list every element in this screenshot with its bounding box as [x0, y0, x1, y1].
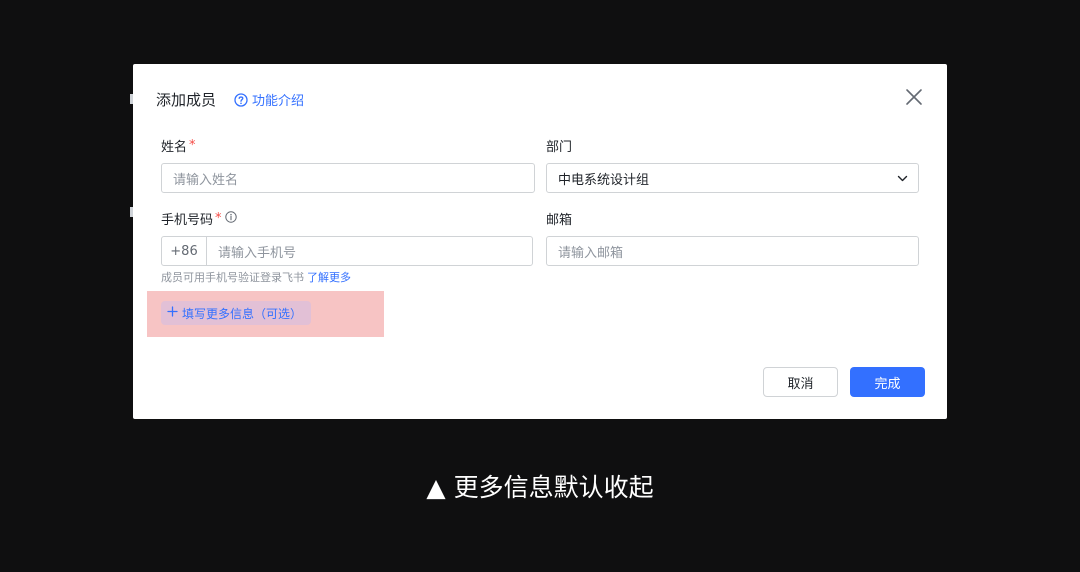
plus-icon — [167, 306, 178, 320]
feature-intro-label: 功能介绍 — [252, 94, 305, 109]
name-input[interactable]: 请输入姓名 — [161, 163, 535, 193]
caption-text: ▲ 更多信息默认收起 — [426, 473, 654, 502]
phone-label: 手机号码 * — [161, 209, 237, 228]
email-label: 邮箱 — [546, 209, 572, 228]
fill-more-info-label: 填写更多信息（可选） — [182, 306, 303, 321]
dialog-title: 添加成员 — [156, 91, 217, 109]
feature-intro-link[interactable]: 功能介绍 — [234, 90, 304, 109]
name-label-text: 姓名 — [161, 140, 188, 155]
phone-placeholder: 请输入手机号 — [218, 245, 297, 261]
phone-input[interactable]: +86 请输入手机号 — [161, 236, 533, 266]
close-icon[interactable] — [904, 87, 924, 107]
confirm-button[interactable]: 完成 — [850, 367, 925, 397]
question-circle-icon — [234, 92, 248, 107]
email-label-text: 邮箱 — [546, 213, 573, 228]
info-icon[interactable] — [224, 210, 237, 227]
required-mark: * — [215, 211, 222, 226]
add-member-dialog: 添加成员 功能介绍 姓名 * 请输入姓名 部门 中电系统设计组 手机号码 * +… — [133, 64, 947, 419]
name-label: 姓名 * — [161, 136, 196, 155]
phone-label-text: 手机号码 — [161, 213, 214, 228]
email-placeholder: 请输入邮箱 — [558, 245, 624, 261]
department-label-text: 部门 — [546, 140, 573, 155]
required-mark: * — [189, 138, 196, 153]
phone-hint-text: 成员可用手机号验证登录飞书 — [161, 271, 304, 284]
name-placeholder: 请输入姓名 — [173, 172, 239, 188]
chevron-down-icon — [897, 173, 908, 188]
email-input[interactable]: 请输入邮箱 — [546, 236, 919, 266]
learn-more-link[interactable]: 了解更多 — [307, 271, 351, 284]
department-label: 部门 — [546, 136, 572, 155]
department-value: 中电系统设计组 — [558, 172, 650, 188]
department-select[interactable]: 中电系统设计组 — [546, 163, 919, 193]
phone-hint: 成员可用手机号验证登录飞书 了解更多 — [161, 269, 351, 285]
fill-more-info-button[interactable]: 填写更多信息（可选） — [161, 301, 312, 325]
country-code-prefix[interactable]: +86 — [162, 237, 207, 265]
cancel-button[interactable]: 取消 — [763, 367, 838, 397]
